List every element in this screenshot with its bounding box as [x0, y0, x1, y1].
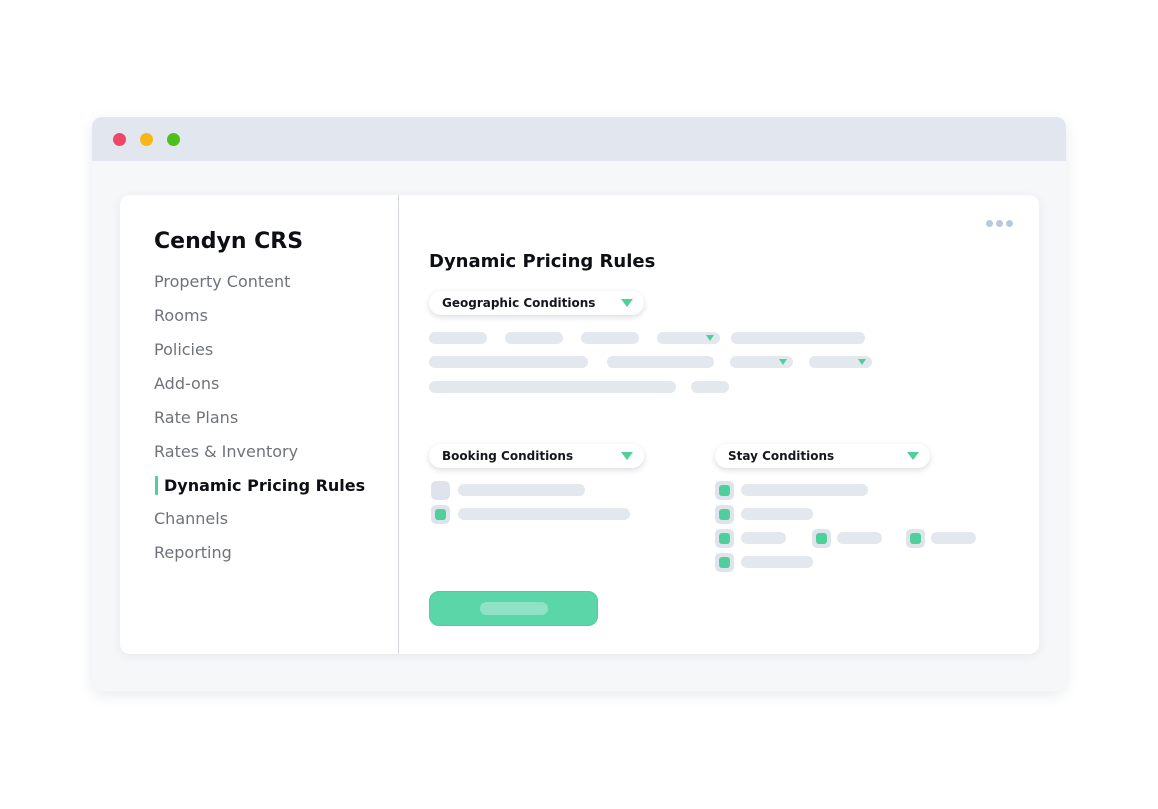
minimize-window-button[interactable] — [140, 133, 153, 146]
stay-checkbox[interactable] — [812, 529, 831, 548]
sidebar-item-dynamic-pricing-rules[interactable]: Dynamic Pricing Rules — [164, 476, 365, 495]
placeholder-field[interactable] — [607, 356, 714, 368]
placeholder-label — [458, 484, 585, 496]
sidebar-item-policies[interactable]: Policies — [154, 340, 213, 359]
placeholder-select[interactable] — [657, 332, 720, 344]
close-window-button[interactable] — [113, 133, 126, 146]
brand-title: Cendyn CRS — [154, 229, 304, 254]
placeholder-field[interactable] — [429, 332, 487, 344]
geographic-conditions-label: Geographic Conditions — [442, 296, 596, 310]
placeholder-label — [931, 532, 976, 544]
placeholder-label — [741, 532, 786, 544]
placeholder-label — [837, 532, 882, 544]
booking-checkbox[interactable] — [431, 481, 450, 500]
app-card: Cendyn CRS Property Content Rooms Polici… — [120, 195, 1039, 654]
placeholder-select[interactable] — [730, 356, 793, 368]
placeholder-field[interactable] — [581, 332, 639, 344]
placeholder-select[interactable] — [809, 356, 872, 368]
placeholder-label — [741, 484, 868, 496]
stay-conditions-label: Stay Conditions — [728, 449, 835, 463]
chevron-down-icon — [706, 335, 714, 341]
chevron-down-icon — [621, 452, 633, 460]
booking-conditions-label: Booking Conditions — [442, 449, 574, 463]
placeholder-field[interactable] — [429, 381, 676, 393]
stay-checkbox[interactable] — [715, 529, 734, 548]
sidebar-item-rates-inventory[interactable]: Rates & Inventory — [154, 442, 298, 461]
chevron-down-icon — [858, 359, 866, 365]
stay-checkbox[interactable] — [906, 529, 925, 548]
placeholder-label — [741, 508, 813, 520]
button-label-placeholder — [480, 602, 548, 615]
stay-conditions-dropdown[interactable]: Stay Conditions — [715, 444, 930, 468]
stay-checkbox[interactable] — [715, 481, 734, 500]
chevron-down-icon — [907, 452, 919, 460]
placeholder-label — [741, 556, 813, 568]
placeholder-field[interactable] — [429, 356, 588, 368]
sidebar-item-add-ons[interactable]: Add-ons — [154, 374, 219, 393]
sidebar-divider — [398, 195, 399, 654]
more-horizontal-icon[interactable] — [986, 220, 1016, 228]
placeholder-field[interactable] — [691, 381, 729, 393]
booking-checkbox[interactable] — [431, 505, 450, 524]
placeholder-label — [458, 508, 630, 520]
primary-action-button[interactable] — [429, 591, 598, 626]
placeholder-field[interactable] — [731, 332, 865, 344]
placeholder-field[interactable] — [505, 332, 563, 344]
sidebar-item-rooms[interactable]: Rooms — [154, 306, 208, 325]
page-title: Dynamic Pricing Rules — [429, 251, 656, 272]
active-indicator — [155, 476, 158, 495]
sidebar-item-reporting[interactable]: Reporting — [154, 543, 232, 562]
booking-conditions-dropdown[interactable]: Booking Conditions — [429, 444, 644, 468]
stay-checkbox[interactable] — [715, 505, 734, 524]
geographic-conditions-dropdown[interactable]: Geographic Conditions — [429, 291, 644, 315]
chevron-down-icon — [621, 299, 633, 307]
stay-checkbox[interactable] — [715, 553, 734, 572]
sidebar-item-channels[interactable]: Channels — [154, 509, 228, 528]
chevron-down-icon — [779, 359, 787, 365]
maximize-window-button[interactable] — [167, 133, 180, 146]
title-bar — [92, 117, 1066, 161]
sidebar-item-property-content[interactable]: Property Content — [154, 272, 290, 291]
sidebar-item-rate-plans[interactable]: Rate Plans — [154, 408, 238, 427]
